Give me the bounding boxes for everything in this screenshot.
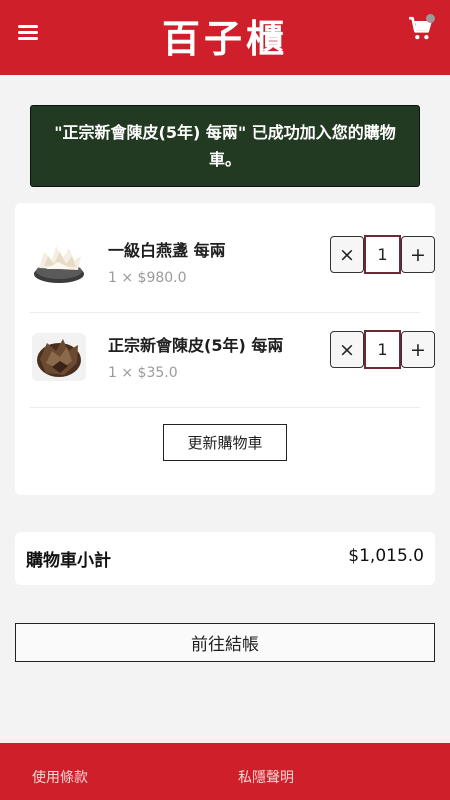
white-bird-nest-image[interactable] [32,238,86,286]
cart-items-card: 一級白燕盞 每兩 1 × $980.0 × + 正宗新會陳皮(5年) 每兩 1 … [15,203,435,495]
subtotal-value: $1,015.0 [348,546,424,566]
cart-item: 一級白燕盞 每兩 1 × $980.0 × + [30,219,435,313]
increment-quantity-button[interactable]: + [401,236,435,273]
quantity-input[interactable] [364,330,401,369]
terms-of-use-link[interactable]: 使用條款 [32,767,88,787]
update-cart-button[interactable]: 更新購物車 [163,424,287,461]
remove-item-button[interactable]: × [330,236,364,273]
remove-item-button[interactable]: × [330,331,364,368]
added-to-cart-notice: "正宗新會陳皮(5年) 每兩" 已成功加入您的購物車。 [30,105,420,187]
cart-item: 正宗新會陳皮(5年) 每兩 1 × $35.0 × + [30,314,435,408]
app-footer: 使用條款 私隱聲明 [0,743,450,800]
dried-tangerine-peel-image[interactable] [32,333,86,381]
item-price: 1 × $980.0 [108,270,187,286]
item-name[interactable]: 一級白燕盞 每兩 [108,237,226,261]
checkout-button[interactable]: 前往結帳 [15,623,435,662]
quantity-stepper: × + [330,235,435,274]
item-name[interactable]: 正宗新會陳皮(5年) 每兩 [108,332,283,356]
item-price: 1 × $35.0 [108,365,178,381]
cart-count-badge [426,14,435,23]
brand-logo[interactable]: 百子櫃 [0,8,450,63]
increment-quantity-button[interactable]: + [401,331,435,368]
quantity-stepper: × + [330,330,435,369]
cart-subtotal-card: 購物車小計 $1,015.0 [15,532,435,585]
shopping-cart-icon[interactable] [408,14,436,46]
app-header: 百子櫃 [0,0,450,75]
quantity-input[interactable] [364,235,401,274]
subtotal-label: 購物車小計 [26,551,111,571]
privacy-policy-link[interactable]: 私隱聲明 [238,767,294,787]
